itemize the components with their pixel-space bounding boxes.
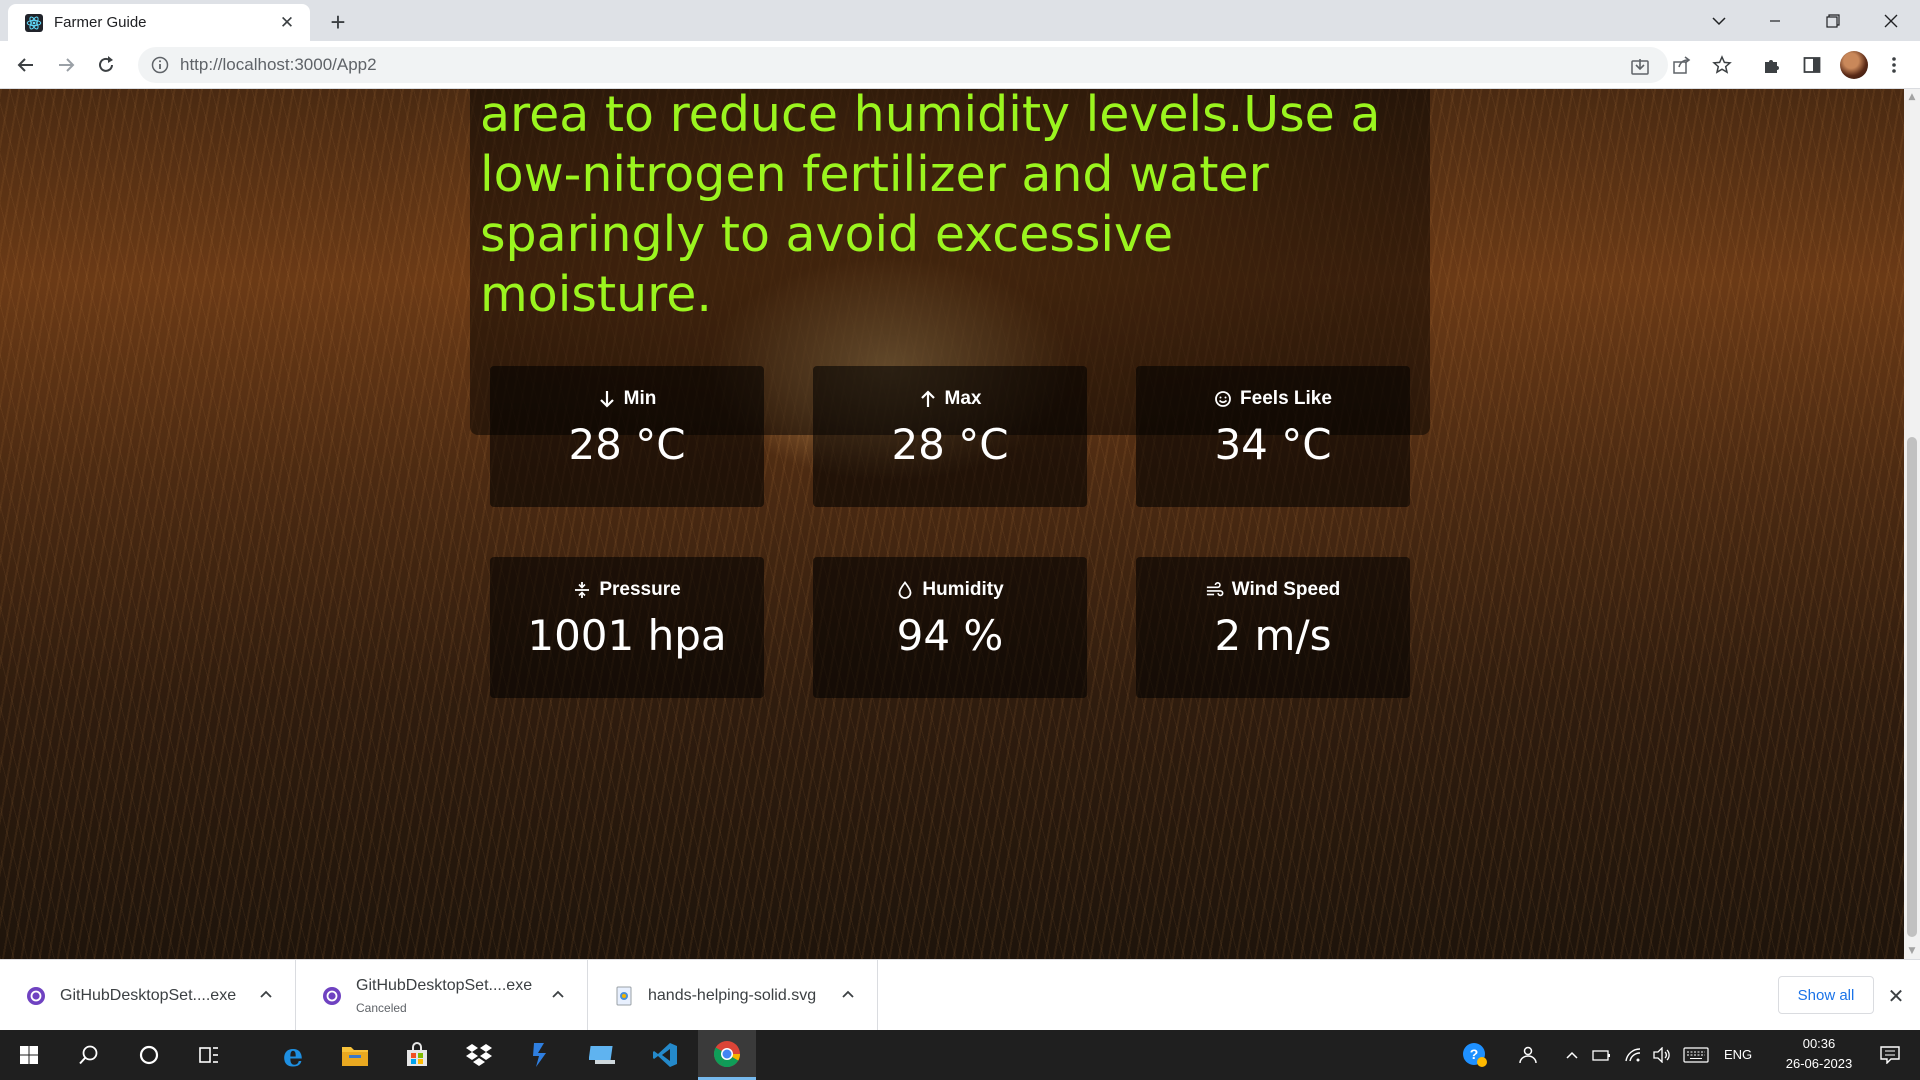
tab-title: Farmer Guide	[54, 14, 147, 31]
close-window-button[interactable]	[1862, 0, 1920, 41]
dropbox-icon[interactable]	[450, 1030, 508, 1080]
pressure-card: Pressure 1001 hpa	[490, 557, 764, 698]
chevron-up-icon[interactable]	[838, 984, 858, 1004]
microsoft-store-icon[interactable]	[388, 1030, 446, 1080]
power-automate-icon[interactable]	[512, 1030, 570, 1080]
download-filename: GitHubDesktopSet....exe	[356, 976, 533, 994]
pressure-value: 1001 hpa	[527, 611, 727, 660]
back-button[interactable]	[10, 49, 42, 81]
download-item[interactable]: GitHubDesktopSet....exe Canceled	[296, 960, 588, 1031]
address-bar[interactable]: http://localhost:3000/App2	[138, 47, 1668, 83]
cortana-icon[interactable]	[120, 1030, 178, 1080]
download-filename: hands-helping-solid.svg	[648, 986, 817, 1004]
min-temp-label: Min	[623, 388, 657, 409]
max-temp-value: 28 °C	[891, 420, 1009, 469]
page-scrollbar[interactable]: ▲ ▼	[1904, 89, 1920, 959]
reload-button[interactable]	[90, 49, 122, 81]
arrow-down-icon	[598, 390, 616, 408]
wind-speed-value: 2 m/s	[1214, 611, 1332, 660]
min-temp-value: 28 °C	[568, 420, 686, 469]
tab-close-icon[interactable]: ✕	[276, 13, 298, 33]
input-language[interactable]: ENG	[1724, 1047, 1752, 1062]
extensions-puzzle-icon[interactable]	[1760, 53, 1784, 77]
browser-tab-strip: Farmer Guide ✕ +	[0, 0, 1920, 41]
droplet-icon	[896, 581, 914, 599]
scroll-down-arrow-icon[interactable]: ▼	[1904, 943, 1920, 959]
edge-browser-icon[interactable]: e	[264, 1030, 322, 1080]
compress-icon	[573, 581, 591, 599]
smile-icon	[1214, 390, 1232, 408]
arrow-up-icon	[919, 390, 937, 408]
wind-speed-card: Wind Speed 2 m/s	[1136, 557, 1410, 698]
url-text: http://localhost:3000/App2	[180, 55, 377, 74]
download-shelf: GitHubDesktopSet....exe GitHubDesktopSet…	[0, 959, 1920, 1031]
new-tab-button[interactable]: +	[322, 6, 354, 38]
install-app-icon[interactable]	[1628, 55, 1652, 79]
github-desktop-icon	[26, 986, 46, 1006]
download-item[interactable]: hands-helping-solid.svg	[588, 960, 878, 1031]
help-icon[interactable]: ?	[1446, 1030, 1504, 1080]
page-viewport: area to reduce humidity levels.Use a low…	[0, 89, 1904, 959]
notifications-icon[interactable]	[1866, 1030, 1914, 1080]
crop-advice-text: area to reduce humidity levels.Use a low…	[480, 89, 1381, 323]
restore-button[interactable]	[1804, 0, 1862, 41]
humidity-label: Humidity	[922, 579, 1004, 600]
svg-text:?: ?	[1470, 1046, 1479, 1062]
feels-like-value: 34 °C	[1214, 420, 1332, 469]
chevron-up-icon[interactable]	[548, 984, 568, 1004]
browser-toolbar: http://localhost:3000/App2	[0, 41, 1920, 89]
chevron-up-icon[interactable]	[256, 984, 276, 1004]
clock-date[interactable]: 26-06-2023	[1778, 1056, 1860, 1071]
keyboard-icon[interactable]	[1672, 1030, 1720, 1080]
windows-start-icon[interactable]	[0, 1030, 58, 1080]
download-item[interactable]: GitHubDesktopSet....exe	[0, 960, 296, 1031]
vscode-icon[interactable]	[636, 1030, 694, 1080]
download-filename: GitHubDesktopSet....exe	[60, 986, 237, 1004]
svg-file-icon	[614, 986, 634, 1006]
task-view-icon[interactable]	[180, 1030, 238, 1080]
clock-time[interactable]: 00:36	[1790, 1036, 1848, 1051]
close-shelf-icon[interactable]: ✕	[1884, 984, 1908, 1008]
share-icon[interactable]	[1670, 53, 1694, 77]
pressure-label: Pressure	[599, 579, 681, 600]
scrollbar-thumb[interactable]	[1907, 437, 1917, 937]
chrome-taskbar-icon[interactable]	[698, 1030, 756, 1080]
app-window-icon[interactable]	[574, 1030, 632, 1080]
wind-speed-label: Wind Speed	[1231, 579, 1341, 600]
show-all-downloads-button[interactable]: Show all	[1778, 976, 1874, 1014]
file-explorer-icon[interactable]	[326, 1030, 384, 1080]
minimize-button[interactable]	[1746, 0, 1804, 41]
max-temp-label: Max	[944, 388, 982, 409]
site-info-icon[interactable]	[150, 55, 170, 75]
max-temp-card: Max 28 °C	[813, 366, 1087, 507]
feels-like-card: Feels Like 34 °C	[1136, 366, 1410, 507]
browser-tab[interactable]: Farmer Guide ✕	[8, 4, 310, 41]
tab-search-icon[interactable]	[1690, 0, 1748, 41]
windows-taskbar: e ? ENG 00:36 26-06-2023	[0, 1030, 1920, 1080]
profile-avatar[interactable]	[1840, 51, 1868, 79]
wind-icon	[1206, 581, 1224, 599]
github-desktop-icon	[322, 986, 342, 1006]
chrome-menu-icon[interactable]	[1882, 53, 1906, 77]
side-panel-icon[interactable]	[1800, 53, 1824, 77]
forward-button[interactable]	[50, 49, 82, 81]
humidity-card: Humidity 94 %	[813, 557, 1087, 698]
feels-like-label: Feels Like	[1240, 388, 1332, 409]
humidity-value: 94 %	[896, 611, 1004, 660]
bookmark-star-icon[interactable]	[1710, 53, 1734, 77]
react-icon	[24, 13, 44, 33]
search-icon[interactable]	[60, 1030, 118, 1080]
min-temp-card: Min 28 °C	[490, 366, 764, 507]
download-status: Canceled	[356, 1000, 407, 1015]
scroll-up-arrow-icon[interactable]: ▲	[1904, 89, 1920, 105]
